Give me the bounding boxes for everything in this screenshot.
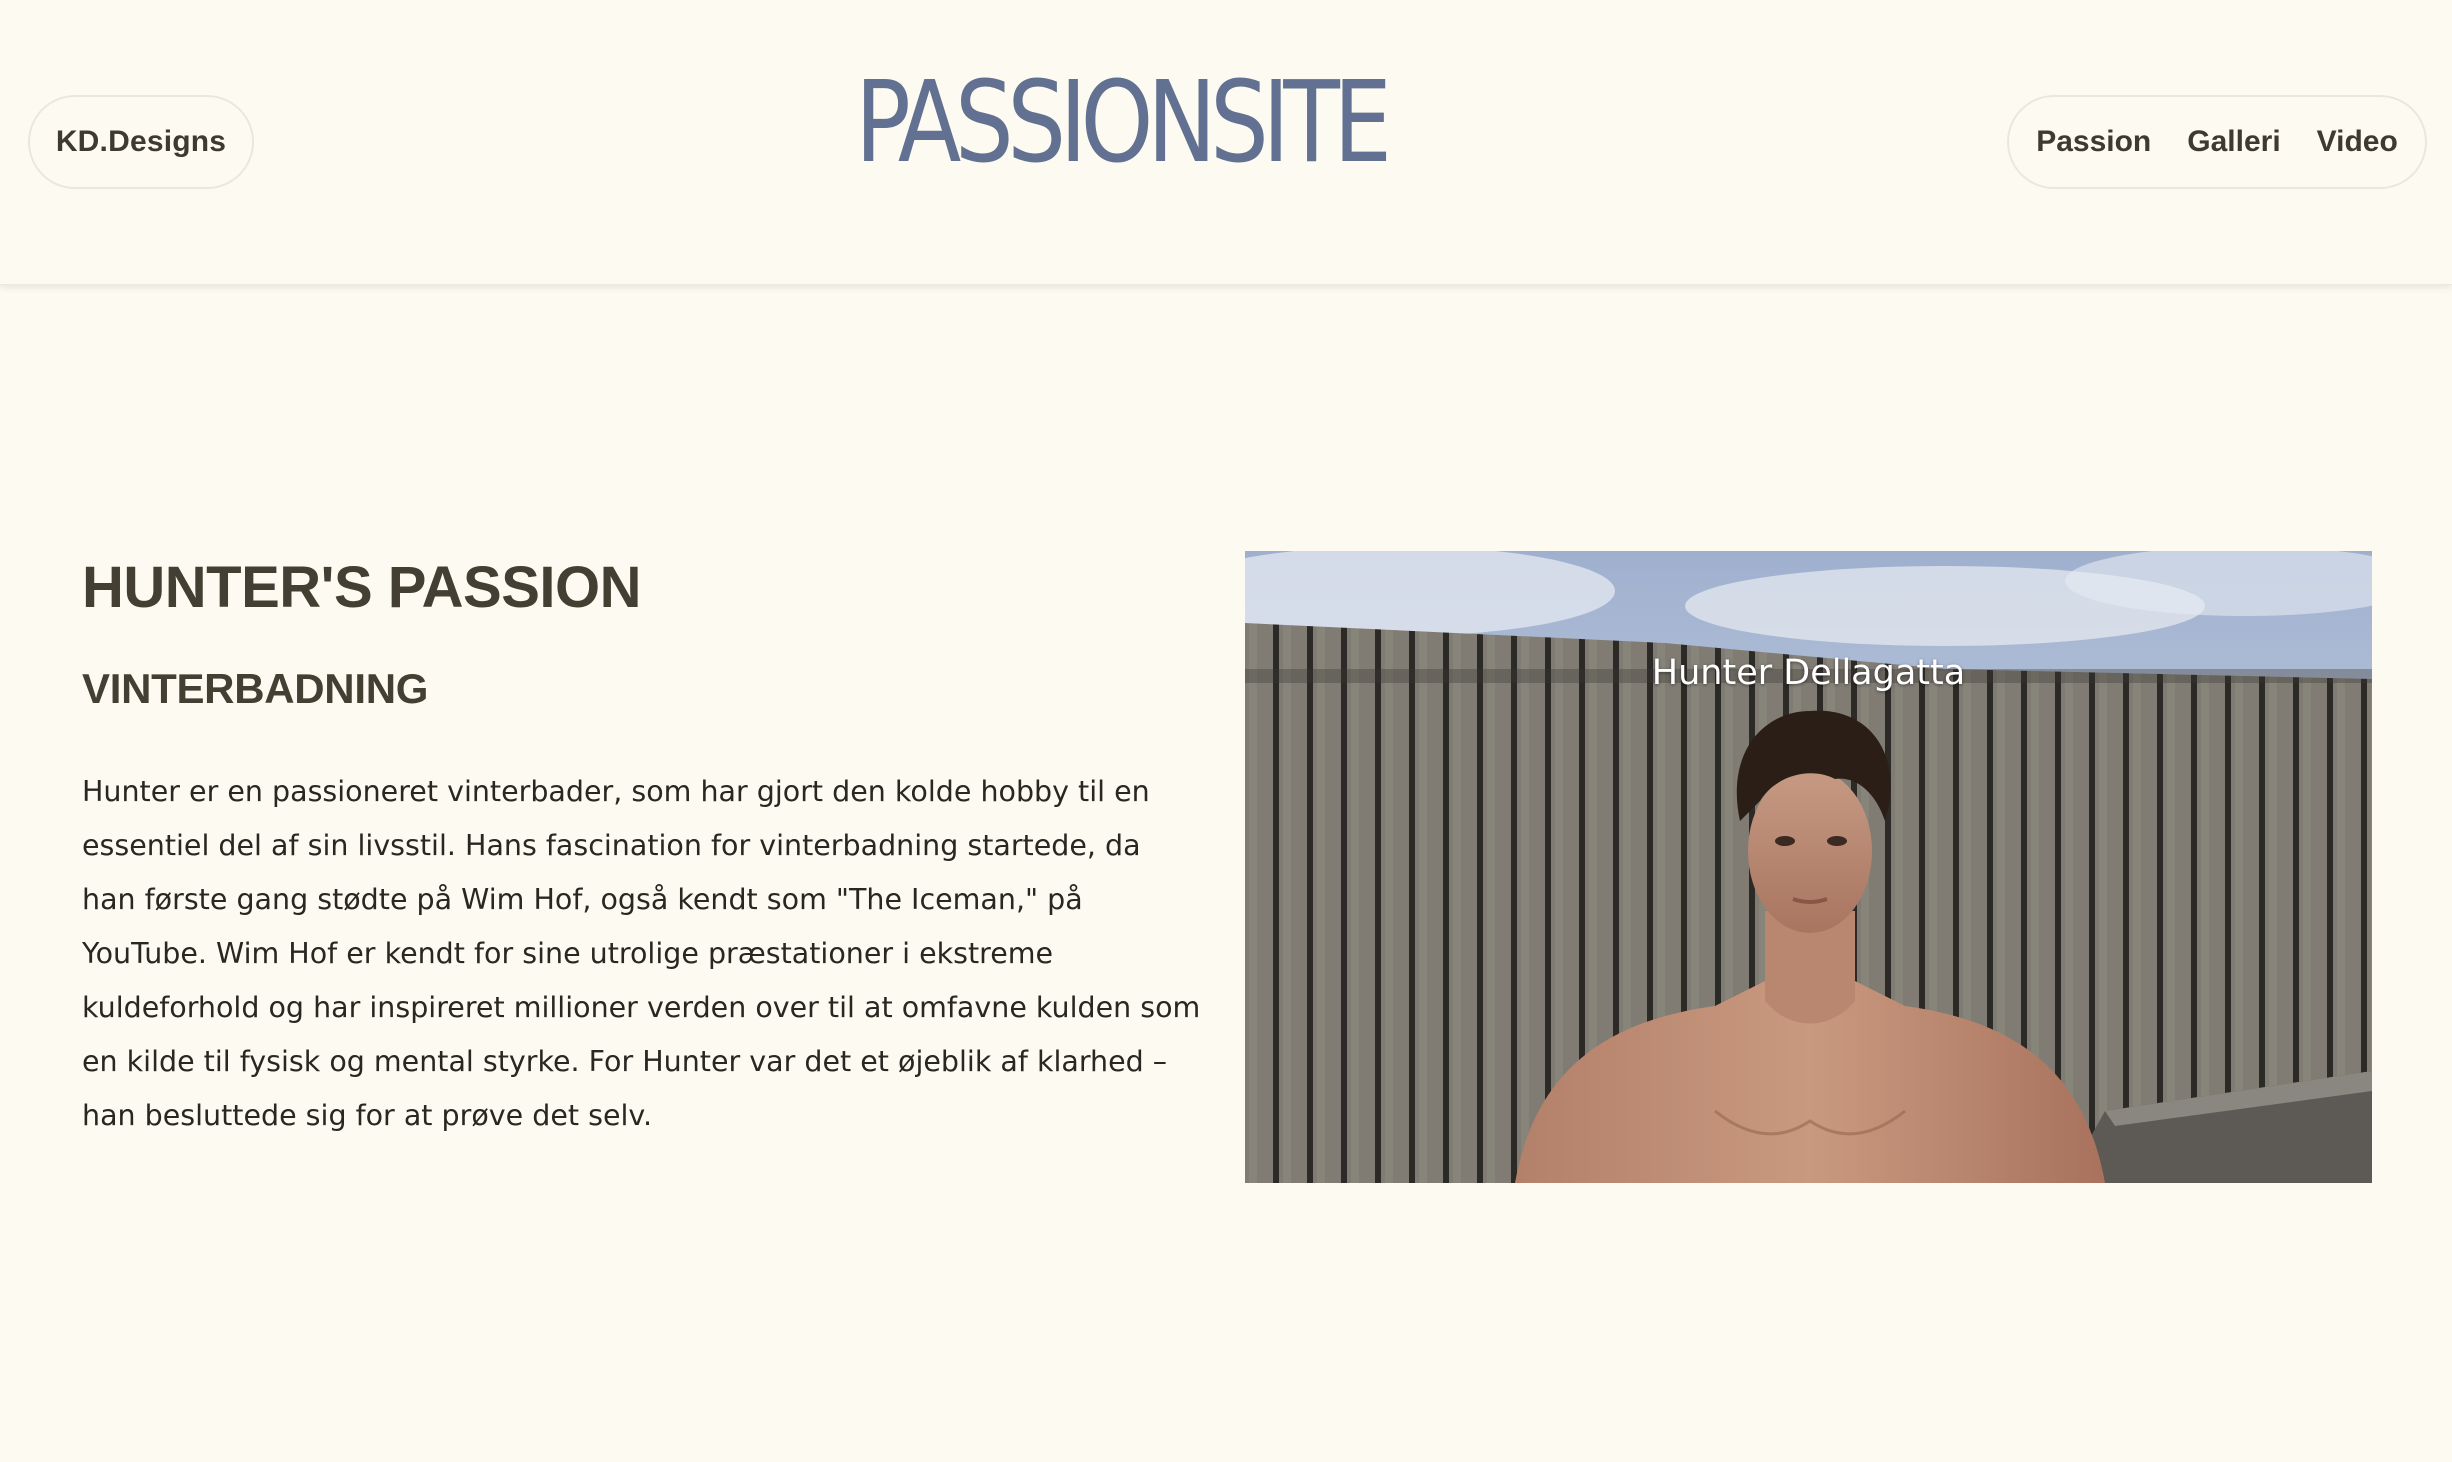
nav-link-galleri[interactable]: Galleri <box>2187 125 2280 159</box>
main-content: HUNTER'S PASSION VINTERBADNING Hunter er… <box>0 285 2452 1462</box>
site-logo[interactable]: PASSIONSITE <box>855 67 1481 179</box>
site-header: KD.Designs PASSIONSITE Passion Galleri V… <box>0 0 2452 285</box>
section-subtitle: VINTERBADNING <box>82 665 429 712</box>
photo-caption: Hunter Dellagatta <box>1651 653 1966 693</box>
body-text: Hunter er en passioneret vinterbader, so… <box>82 775 1201 1132</box>
brand-label: KD.Designs <box>55 125 227 158</box>
main-nav: Passion Galleri Video <box>2007 95 2427 189</box>
brand-button[interactable]: KD.Designs <box>28 95 254 189</box>
nav-link-passion[interactable]: Passion <box>2036 125 2151 159</box>
page-title: HUNTER'S PASSION <box>82 555 642 620</box>
hunter-photo: Hunter Dellagatta <box>1245 551 2372 1183</box>
photo-illustration <box>1245 551 2372 1183</box>
nav-link-video[interactable]: Video <box>2317 125 2398 159</box>
